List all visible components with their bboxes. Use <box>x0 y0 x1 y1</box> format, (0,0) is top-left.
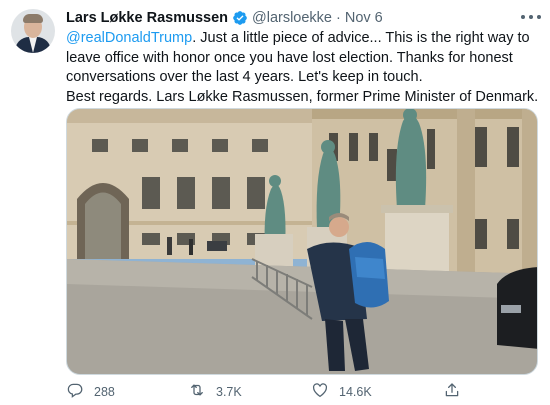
reply-count: 288 <box>94 385 115 399</box>
tweet-text-line-1-rest: . Just a little piece of advice... This … <box>192 30 530 46</box>
share-button[interactable] <box>443 382 461 402</box>
reply-button[interactable]: 288 <box>66 382 115 402</box>
avatar[interactable] <box>11 9 55 53</box>
retweet-button[interactable]: 3.7K <box>188 382 242 402</box>
separator-dot: · <box>336 10 341 26</box>
verified-badge-icon <box>232 10 248 26</box>
tweet-text-line-2: leave office with honor once you have lo… <box>66 49 513 66</box>
tweet-header: Lars Løkke Rasmussen @larsloekke · Nov 6 <box>66 9 383 27</box>
share-icon <box>443 381 461 404</box>
retweet-count: 3.7K <box>216 385 242 399</box>
tweet[interactable]: Lars Løkke Rasmussen @larsloekke · Nov 6… <box>0 0 550 405</box>
action-bar: 288 3.7K 14.6K <box>66 382 486 402</box>
tweet-text-line-3: conversations over the last 4 years. Let… <box>66 69 423 85</box>
author-name[interactable]: Lars Løkke Rasmussen <box>66 10 228 26</box>
photo-scene <box>67 109 537 374</box>
retweet-icon <box>188 381 206 404</box>
tweet-text-line-4: Best regards. Lars Løkke Rasmussen, form… <box>66 88 539 105</box>
mention-link[interactable]: @realDonaldTrump <box>66 30 192 46</box>
like-count: 14.6K <box>339 385 372 399</box>
like-button[interactable]: 14.6K <box>311 382 372 402</box>
heart-icon <box>311 381 329 404</box>
tweet-date[interactable]: Nov 6 <box>345 10 383 26</box>
more-icon[interactable] <box>521 10 541 24</box>
tweet-text-line-1: @realDonaldTrump. Just a little piece of… <box>66 29 536 49</box>
tweet-text: @realDonaldTrump. Just a little piece of… <box>66 29 539 107</box>
reply-icon <box>66 381 84 404</box>
author-handle[interactable]: @larsloekke <box>252 10 332 26</box>
tweet-photo[interactable] <box>66 108 538 375</box>
